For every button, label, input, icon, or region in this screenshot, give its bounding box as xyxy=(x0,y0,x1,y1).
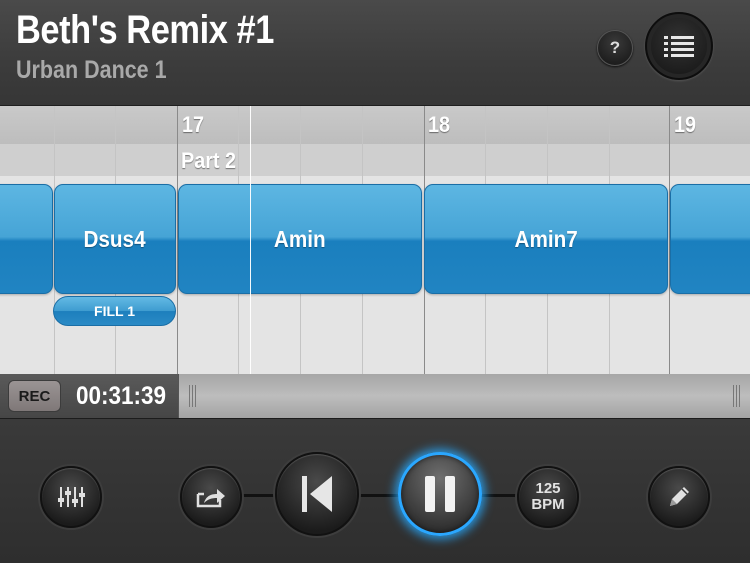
list-icon xyxy=(664,36,694,57)
chord-block[interactable]: Amin7 xyxy=(424,184,668,294)
rewind-button[interactable] xyxy=(275,452,359,536)
part-label: Part 2 xyxy=(181,148,237,173)
song-header: Beth's Remix #1 Urban Dance 1 ? xyxy=(0,0,750,106)
help-button[interactable]: ? xyxy=(597,30,633,66)
playhead[interactable] xyxy=(250,106,251,374)
bar-number: 17 xyxy=(182,112,205,137)
bar-number: 18 xyxy=(428,112,451,137)
song-list-button[interactable] xyxy=(645,12,713,80)
song-style: Urban Dance 1 xyxy=(16,56,167,84)
chord-name: Amin xyxy=(274,225,326,252)
pause-icon xyxy=(425,476,455,512)
tempo-button[interactable]: 125 BPM xyxy=(517,466,579,528)
chord-name: Dsus4 xyxy=(83,225,147,252)
bar-number: 19 xyxy=(674,112,697,137)
pencil-icon xyxy=(670,487,689,506)
mixer-sliders-icon xyxy=(58,487,85,507)
chord-block[interactable]: Amin xyxy=(178,184,422,294)
tempo-value: 125 xyxy=(535,480,561,497)
chord-block[interactable]: Dsus4 xyxy=(54,184,176,294)
song-scrubber[interactable] xyxy=(178,374,750,418)
scrubber-grip-right[interactable] xyxy=(733,385,740,407)
fill-marker[interactable]: FILL 1 xyxy=(53,296,176,326)
control-bar: 125 BPM xyxy=(0,418,750,563)
button-connector xyxy=(355,494,400,497)
chord-name: Amin7 xyxy=(514,225,578,252)
share-icon xyxy=(196,489,225,508)
scrubber-grip-left[interactable] xyxy=(189,385,196,407)
playback-time: 00:31:39 xyxy=(76,382,167,410)
chord-block[interactable] xyxy=(0,184,53,294)
skip-to-start-icon xyxy=(302,476,332,512)
play-pause-button[interactable] xyxy=(398,452,482,536)
chord-block[interactable] xyxy=(670,184,750,294)
button-connector xyxy=(480,494,520,497)
tempo-unit: BPM xyxy=(531,496,565,513)
button-connector xyxy=(240,494,280,497)
share-button[interactable] xyxy=(180,466,242,528)
song-title: Beth's Remix #1 xyxy=(16,8,274,52)
arrangement-timeline[interactable]: 17 18 19 Part 2 Dsus4 Amin Amin7 FILL 1 xyxy=(0,106,750,374)
record-button[interactable]: REC xyxy=(8,380,61,412)
tempo-display: 125 BPM xyxy=(531,481,564,513)
mixer-button[interactable] xyxy=(40,466,102,528)
edit-button[interactable] xyxy=(648,466,710,528)
transport-status-bar: REC 00:31:39 xyxy=(0,374,750,418)
parts-row xyxy=(0,144,750,176)
bar-ruler[interactable] xyxy=(0,106,750,144)
question-icon: ? xyxy=(609,38,621,57)
